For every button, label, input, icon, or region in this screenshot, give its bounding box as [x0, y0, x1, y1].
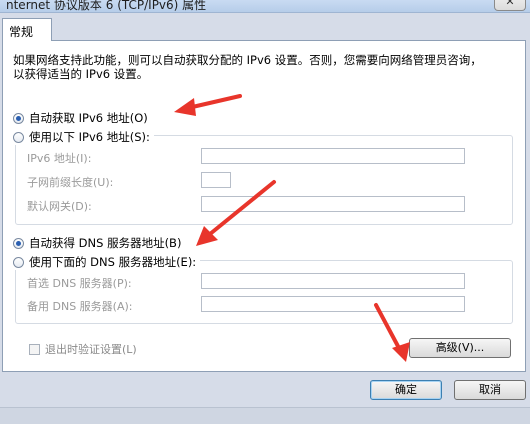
radio-manual-ipv6[interactable]: 使用以下 IPv6 地址(S):: [13, 129, 154, 145]
radio-auto-dns-indicator: [13, 237, 24, 249]
ok-button[interactable]: 确定: [370, 380, 442, 400]
advanced-button[interactable]: 高级(V)...: [409, 338, 511, 358]
preferred-dns-input[interactable]: [201, 273, 465, 289]
tab-general-label: 常规: [9, 25, 34, 39]
default-gateway-label: 默认网关(D):: [27, 200, 92, 213]
subnet-prefix-input[interactable]: [201, 172, 231, 188]
tab-general[interactable]: 常规: [2, 18, 52, 41]
title-bar: nternet 协议版本 6 (TCP/IPv6) 属性 ✕: [0, 0, 530, 13]
dialog-bottom-edge: [0, 407, 530, 424]
radio-manual-dns-label: 使用下面的 DNS 服务器地址(E):: [29, 255, 197, 269]
alternate-dns-input[interactable]: [201, 296, 465, 312]
validate-on-exit-box: [29, 343, 40, 355]
intro-text: 如果网络支持此功能，则可以自动获取分配的 IPv6 设置。否则，您需要向网络管理…: [13, 53, 482, 81]
ipv6-address-input[interactable]: [201, 148, 465, 164]
radio-manual-ipv6-label: 使用以下 IPv6 地址(S):: [29, 130, 150, 144]
general-panel: 如果网络支持此功能，则可以自动获取分配的 IPv6 设置。否则，您需要向网络管理…: [2, 40, 526, 372]
radio-auto-ipv6-label: 自动获取 IPv6 地址(O): [29, 111, 148, 125]
default-gateway-input[interactable]: [201, 196, 465, 212]
radio-manual-dns[interactable]: 使用下面的 DNS 服务器地址(E):: [13, 254, 201, 270]
validate-on-exit-checkbox[interactable]: 退出时验证设置(L): [29, 341, 137, 357]
radio-manual-dns-indicator: [13, 256, 24, 268]
radio-auto-ipv6-indicator: [13, 112, 24, 124]
radio-manual-ipv6-indicator: [13, 131, 24, 143]
cancel-button[interactable]: 取消: [454, 380, 526, 400]
radio-auto-dns-label: 自动获得 DNS 服务器地址(B): [29, 236, 182, 250]
close-button[interactable]: ✕: [494, 0, 526, 11]
subnet-prefix-label: 子网前缀长度(U):: [27, 176, 114, 189]
close-icon: ✕: [505, 0, 515, 8]
radio-auto-ipv6[interactable]: 自动获取 IPv6 地址(O): [13, 110, 152, 126]
window-title: nternet 协议版本 6 (TCP/IPv6) 属性: [6, 0, 207, 12]
alternate-dns-label: 备用 DNS 服务器(A):: [27, 300, 133, 313]
ipv6-address-label: IPv6 地址(I):: [27, 152, 92, 165]
preferred-dns-label: 首选 DNS 服务器(P):: [27, 277, 132, 290]
validate-on-exit-label: 退出时验证设置(L): [45, 343, 137, 356]
radio-auto-dns[interactable]: 自动获得 DNS 服务器地址(B): [13, 235, 186, 251]
